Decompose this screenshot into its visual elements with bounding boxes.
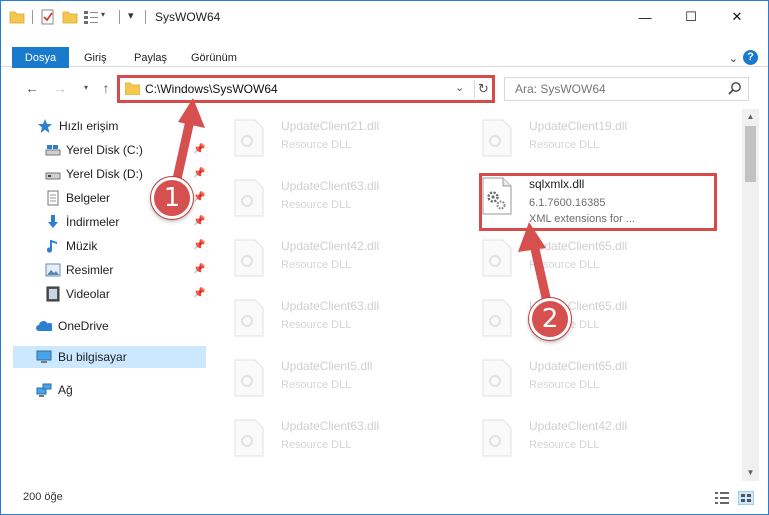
callout-badge-2: 2 bbox=[529, 298, 571, 340]
callout-badge-1: 1 bbox=[151, 177, 193, 219]
annotation-arrows bbox=[170, 98, 552, 307]
arrow-1 bbox=[170, 98, 205, 193]
arrow-2 bbox=[518, 222, 552, 307]
